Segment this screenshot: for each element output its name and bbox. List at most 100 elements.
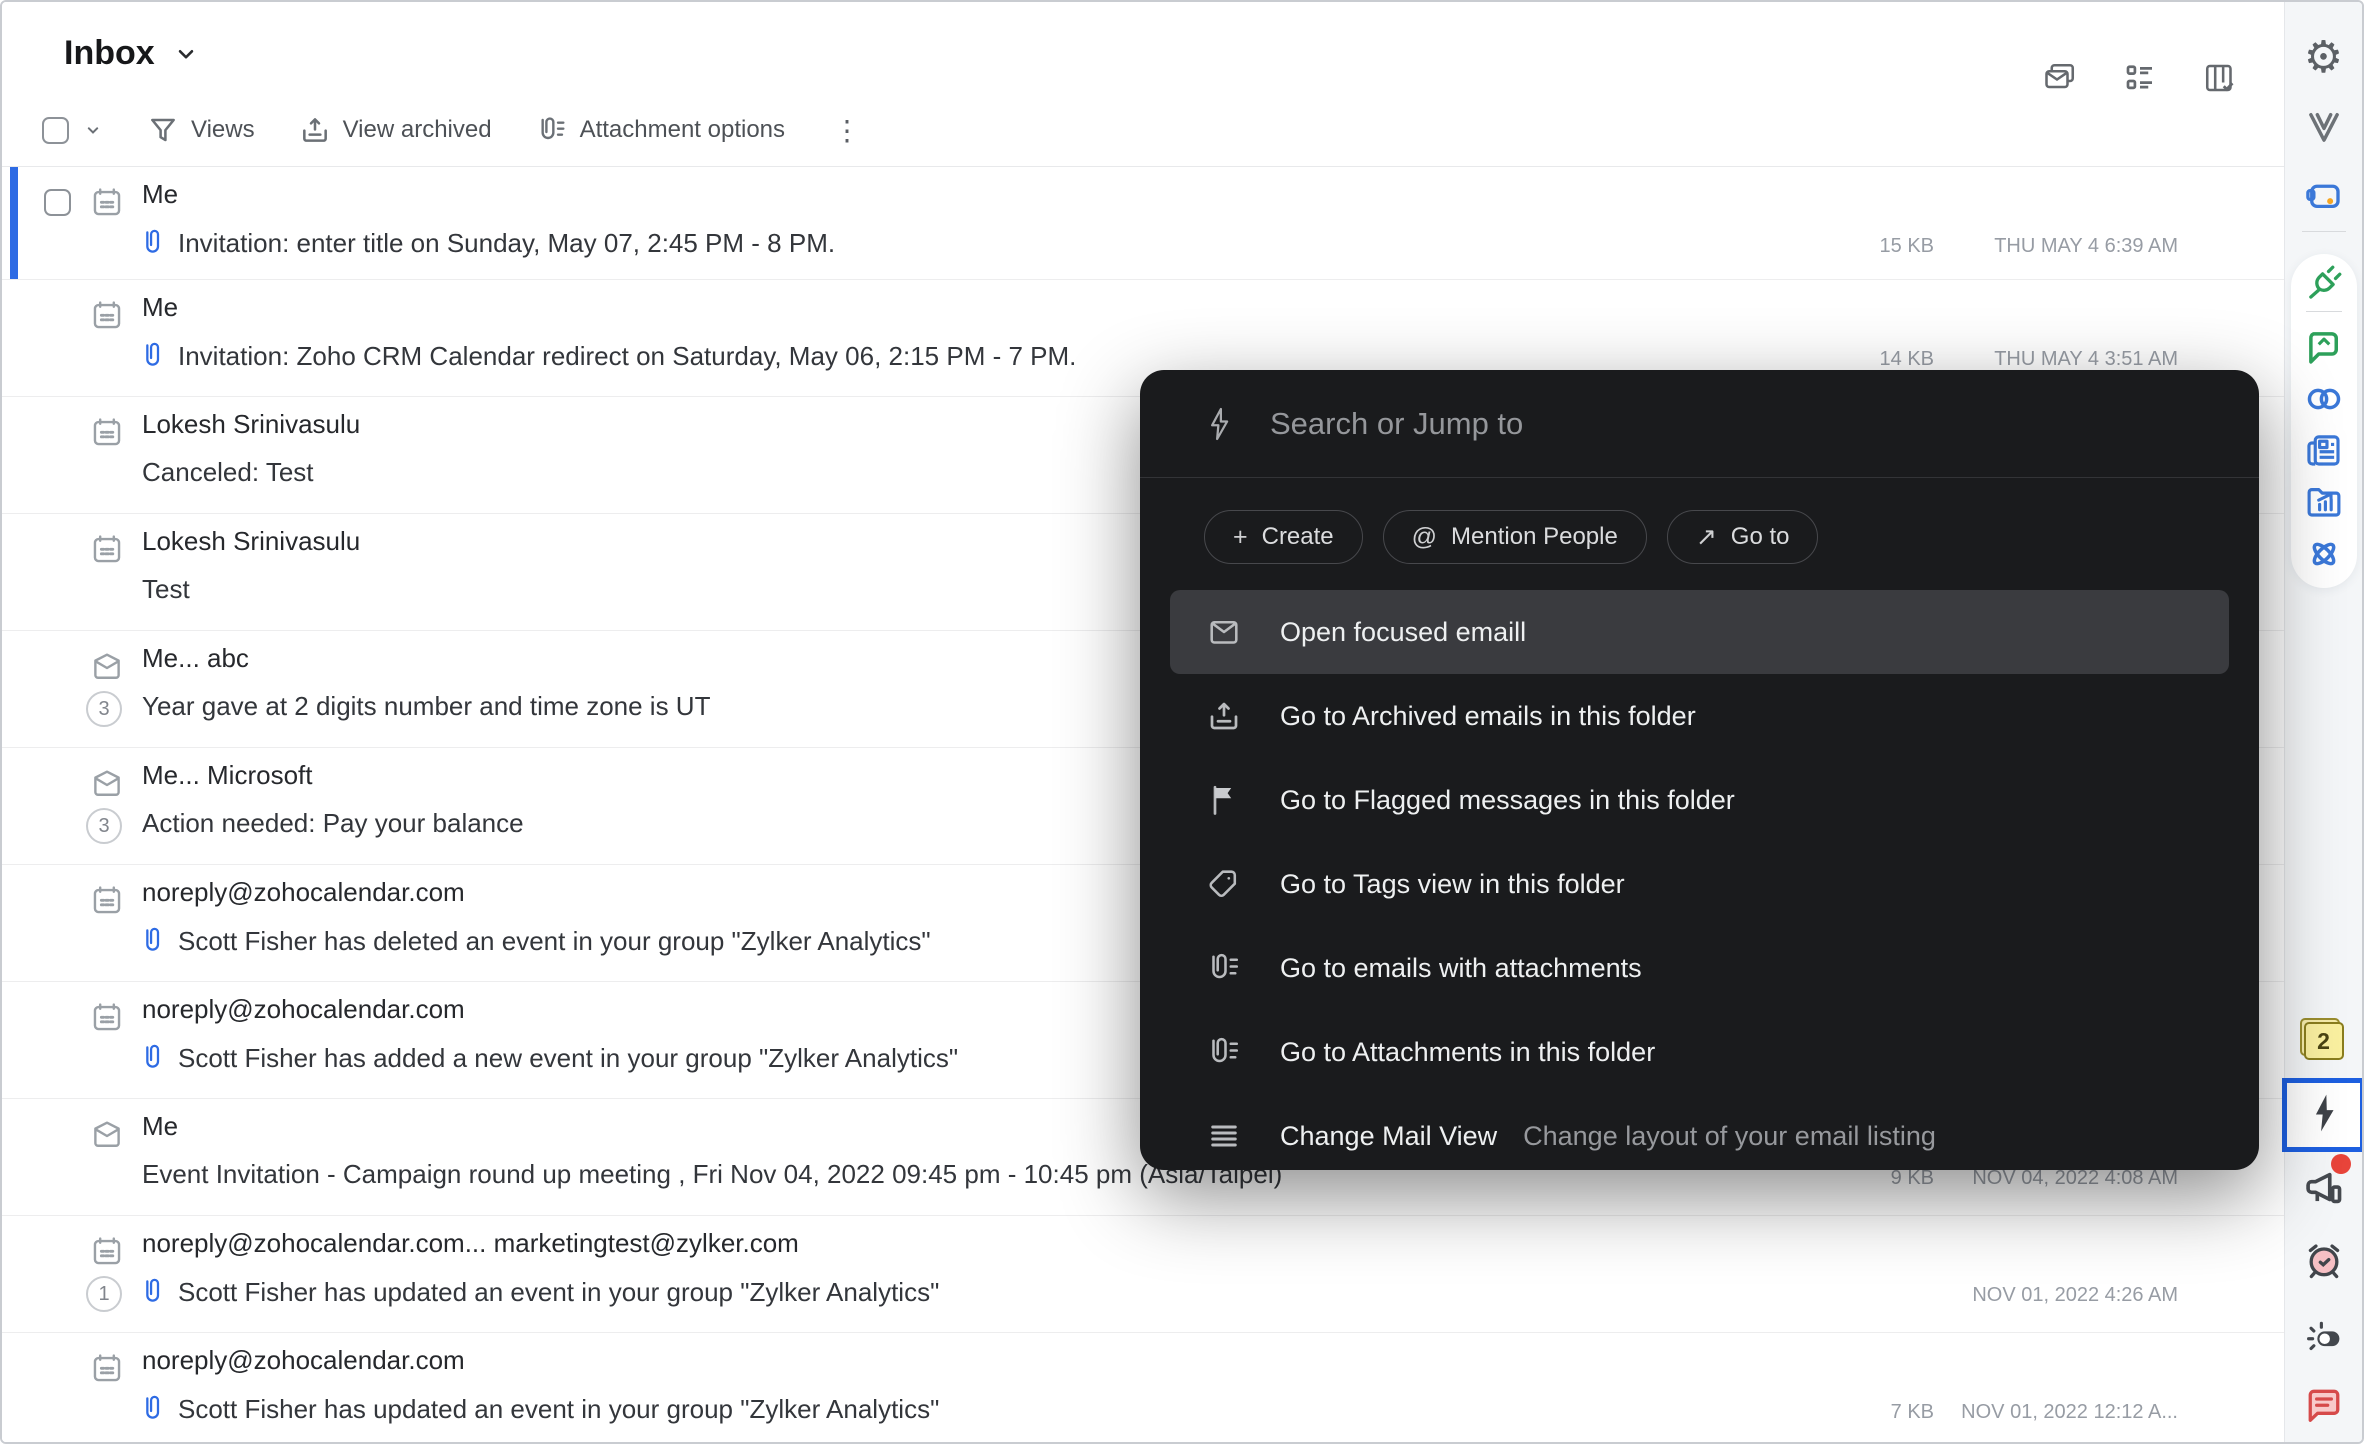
palette-item-label: Go to Attachments in this folder — [1280, 1037, 1655, 1068]
quick-actions-selected[interactable] — [2282, 1078, 2364, 1152]
page-title: Inbox — [64, 34, 155, 73]
email-sender: Me — [142, 1111, 178, 1142]
email-subject: Scott Fisher has updated an event in you… — [178, 1394, 939, 1425]
palette-item[interactable]: Go to Attachments in this folder — [1170, 1010, 2229, 1094]
select-all-checkbox[interactable] — [42, 117, 69, 144]
sidebar-divider — [2302, 231, 2346, 232]
calendar-icon — [90, 1000, 124, 1034]
more-options-icon[interactable]: ⋮ — [833, 114, 861, 147]
palette-item-label: Go to emails with attachments — [1280, 953, 1642, 984]
email-sender: Lokesh Srinivasulu — [142, 526, 360, 557]
wallet-icon[interactable] — [2303, 174, 2345, 216]
plug-connector-icon[interactable] — [2303, 262, 2345, 304]
lightning-bolt-icon — [2304, 1091, 2344, 1140]
palette-result-list: Open focused emaill Go to Archived email… — [1140, 590, 2259, 1170]
palette-item[interactable]: Go to Tags view in this folder — [1170, 842, 2229, 926]
zoho-clip-icon[interactable] — [2303, 106, 2345, 148]
email-subject: Invitation: enter title on Sunday, May 0… — [178, 228, 835, 259]
calendar-icon — [90, 883, 124, 917]
link-chain-icon[interactable] — [2303, 378, 2345, 420]
email-subject: Invitation: Zoho CRM Calendar redirect o… — [178, 341, 1076, 372]
chat-reply-icon[interactable] — [2303, 326, 2345, 368]
calendar-icon — [90, 298, 124, 332]
palette-item-subtitle: Change layout of your email listing — [1523, 1121, 1936, 1152]
palette-chip[interactable]: @ Mention People — [1383, 510, 1647, 564]
archive-icon — [299, 114, 331, 146]
email-date: NOV 01, 2022 12:12 A... — [1961, 1401, 2178, 1424]
list-toolbar: Views View archived Attachment options ⋮ — [42, 106, 861, 154]
folder-title[interactable]: Inbox — [64, 34, 199, 73]
palette-item[interactable]: Change Mail View Change layout of your e… — [1170, 1094, 2229, 1170]
search-placeholder: Search or Jump to — [1270, 406, 1523, 442]
calendar-icon — [90, 1234, 124, 1268]
menu-lines-icon — [1206, 1118, 1242, 1154]
reminder-clock-icon[interactable] — [2302, 1238, 2346, 1282]
folder-analytics-icon[interactable] — [2303, 480, 2345, 522]
palette-item-label: Go to Archived emails in this folder — [1280, 701, 1696, 732]
email-row[interactable]: noreply@zohocalendar.com Scott Fisher ha… — [2, 1333, 2284, 1444]
select-options-chevron-icon[interactable] — [83, 120, 103, 140]
thread-count-badge: 3 — [86, 808, 122, 844]
thread-count-badge: 1 — [86, 1276, 122, 1312]
sticky-notes-icon[interactable]: 2 — [2304, 1022, 2344, 1060]
announcements-icon[interactable] — [2301, 1166, 2347, 1212]
attachment-options-label: Attachment options — [580, 116, 785, 144]
palette-item-label: Go to Flagged messages in this folder — [1280, 785, 1735, 816]
email-sender: noreply@zohocalendar.com — [142, 1345, 465, 1376]
list-view-icon[interactable] — [2122, 60, 2158, 96]
calendar-icon — [90, 1351, 124, 1385]
view-archived-button[interactable]: View archived — [299, 114, 492, 146]
palette-item[interactable]: Go to Archived emails in this folder — [1170, 674, 2229, 758]
chevron-down-icon[interactable] — [173, 41, 199, 67]
calendar-icon — [90, 415, 124, 449]
arrow-up-right-icon: ↗ — [1696, 522, 1717, 552]
email-sender: noreply@zohocalendar.com — [142, 877, 465, 908]
palette-chip[interactable]: ↗ Go to — [1667, 510, 1819, 564]
views-button[interactable]: Views — [147, 114, 255, 146]
email-subject: Scott Fisher has deleted an event in you… — [178, 926, 931, 957]
dark-mode-toggle-icon[interactable] — [2303, 1316, 2345, 1358]
palette-item[interactable]: Go to emails with attachments — [1170, 926, 2229, 1010]
email-sender: Me... Microsoft — [142, 760, 312, 791]
envelope-icon — [90, 1117, 124, 1151]
email-date: THU MAY 4 6:39 AM — [1994, 235, 2178, 258]
email-date: THU MAY 4 3:51 AM — [1994, 348, 2178, 371]
envelope-icon — [90, 766, 124, 800]
email-sender: noreply@zohocalendar.com... marketingtes… — [142, 1228, 799, 1259]
sticky-note-count: 2 — [2317, 1028, 2330, 1055]
attachment-icon — [142, 227, 166, 259]
attachment-icon — [142, 1393, 166, 1425]
email-row[interactable]: Me Invitation: enter title on Sunday, Ma… — [2, 167, 2284, 280]
calendar-icon — [90, 532, 124, 566]
views-label: Views — [191, 116, 255, 144]
newsletter-icon[interactable] — [2303, 429, 2345, 471]
lightning-icon — [1204, 404, 1234, 444]
email-date: NOV 01, 2022 4:26 AM — [1972, 1284, 2178, 1307]
attachment-icon — [142, 1276, 166, 1308]
feedback-chat-icon[interactable] — [2302, 1384, 2346, 1428]
palette-chip-label: Go to — [1731, 523, 1790, 551]
right-sidebar: ⚙ 2 — [2284, 2, 2362, 1442]
email-subject: Action needed: Pay your balance — [142, 808, 524, 839]
funnel-icon — [147, 114, 179, 146]
panel-divider — [2306, 311, 2342, 312]
palette-item[interactable]: Open focused emaill — [1170, 590, 2229, 674]
settings-gear-icon[interactable]: ⚙ — [2304, 36, 2343, 80]
email-size: 7 KB — [1891, 1401, 1934, 1424]
palette-search-input[interactable]: Search or Jump to — [1140, 370, 2259, 478]
attachment-icon — [142, 925, 166, 957]
email-size: 14 KB — [1880, 348, 1934, 371]
apps-pinwheel-icon[interactable] — [2303, 533, 2345, 575]
thread-count-badge: 3 — [86, 691, 122, 727]
column-view-icon[interactable] — [2202, 60, 2238, 96]
email-row[interactable]: noreply@zohocalendar.com... marketingtes… — [2, 1216, 2284, 1333]
palette-chip[interactable]: + Create — [1204, 510, 1363, 564]
email-row-checkbox[interactable] — [44, 189, 71, 216]
palette-item-label: Open focused emaill — [1280, 617, 1526, 648]
reading-pane-icon[interactable] — [2042, 60, 2078, 96]
archive-icon — [1206, 698, 1242, 734]
attachment-options-button[interactable]: Attachment options — [536, 114, 785, 146]
email-subject: Event Invitation - Campaign round up mee… — [142, 1159, 1282, 1190]
palette-item[interactable]: Go to Flagged messages in this folder — [1170, 758, 2229, 842]
email-sender: Me... abc — [142, 643, 249, 674]
